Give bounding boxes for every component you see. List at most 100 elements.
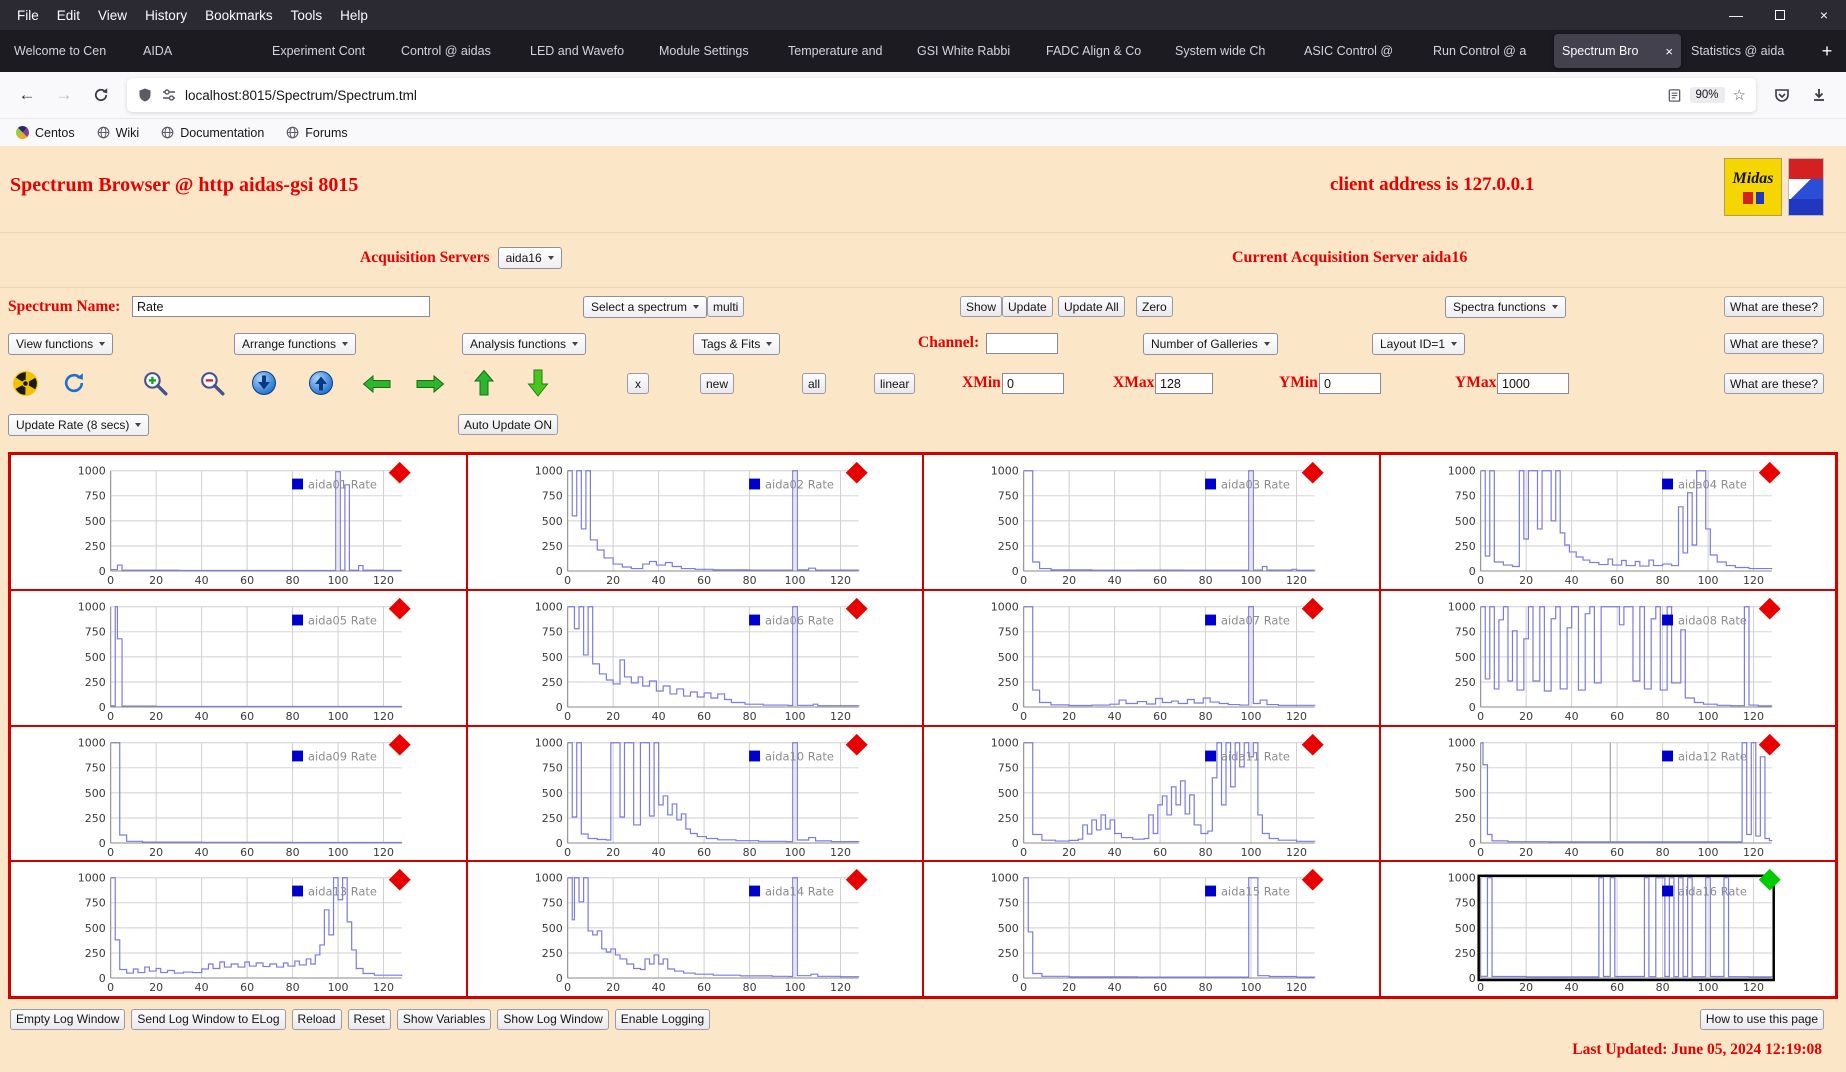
status-diamond-icon[interactable] [388,733,411,756]
x-button[interactable]: x [627,373,649,394]
spectrum-panel-aida14[interactable]: 0 250 500 750 1000 0 20 40 60 80 100 120 aida14 Rate [466,861,923,997]
new-tab-button[interactable]: + [1812,36,1842,66]
how-to-use-button[interactable]: How to use this page [1699,1008,1824,1030]
zoom-in-icon[interactable] [141,369,170,398]
layout-id-select[interactable]: Layout ID=1 [1372,333,1466,355]
url-bar[interactable]: localhost:8015/Spectrum/Spectrum.tml 90%… [127,78,1756,112]
bookmark-forums[interactable]: Forums [278,123,355,143]
status-diamond-icon[interactable] [1758,869,1781,891]
show-log-window-button[interactable]: Show Log Window [497,1008,609,1030]
spectrum-panel-aida13[interactable]: 0 250 500 750 1000 0 20 40 60 80 100 120 aida13 Rate [10,861,467,997]
xmax-input[interactable] [1155,373,1213,394]
midas-logo[interactable]: Midas [1724,158,1782,216]
permissions-icon[interactable] [161,87,177,103]
tab-run-control[interactable]: Run Control @ a [1425,34,1552,68]
reset-button[interactable]: Reset [347,1008,391,1030]
reload-button[interactable]: Reload [291,1008,342,1030]
menu-view[interactable]: View [89,4,136,27]
tab-temperature[interactable]: Temperature and [780,34,907,68]
acquisition-server-select[interactable]: aida16 [497,247,562,269]
reader-view-icon[interactable] [1667,88,1682,103]
arrow-right-icon[interactable] [414,373,446,395]
menu-bookmarks[interactable]: Bookmarks [196,4,282,27]
enable-logging-button[interactable]: Enable Logging [614,1008,711,1030]
status-diamond-icon[interactable] [1301,461,1324,484]
send-log-to-elog-button[interactable]: Send Log Window to ELog [131,1008,286,1030]
menu-edit[interactable]: Edit [48,4,89,27]
tab-module-settings[interactable]: Module Settings [651,34,778,68]
new-button[interactable]: new [700,373,735,394]
view-functions-select[interactable]: View functions [8,333,114,355]
tab-control[interactable]: Control @ aidas [393,34,520,68]
status-diamond-icon[interactable] [1301,869,1324,891]
tab-led-waveform[interactable]: LED and Wavefo [522,34,649,68]
maximize-icon[interactable] [1758,0,1802,30]
url-text[interactable]: localhost:8015/Spectrum/Spectrum.tml [185,88,1659,103]
tags-fits-select[interactable]: Tags & Fits [693,333,781,355]
spectrum-panel-aida01[interactable]: 0 250 500 750 1000 0 20 40 60 80 100 120 aida01 Rate [10,454,467,590]
spectrum-name-input[interactable] [132,296,430,317]
globe-up-icon[interactable] [308,370,334,396]
status-diamond-icon[interactable] [388,461,411,484]
status-diamond-icon[interactable] [1758,597,1781,620]
spectrum-panel-aida08[interactable]: 0 250 500 750 1000 0 20 40 60 80 100 120 aida08 Rate [1379,589,1836,726]
tab-experiment-control[interactable]: Experiment Cont [264,34,391,68]
update-all-button[interactable]: Update All [1058,296,1125,317]
minimize-icon[interactable]: — [1714,0,1758,30]
spectrum-panel-aida03[interactable]: 0 250 500 750 1000 0 20 40 60 80 100 120 aida03 Rate [923,454,1380,590]
all-button[interactable]: all [802,373,827,394]
tab-system-wide[interactable]: System wide Ch [1167,34,1294,68]
ymin-input[interactable] [1319,373,1381,394]
linear-button[interactable]: linear [874,373,916,394]
spectrum-panel-aida06[interactable]: 0 250 500 750 1000 0 20 40 60 80 100 120 aida06 Rate [466,589,923,726]
bookmark-wiki[interactable]: Wiki [89,123,148,143]
what-are-these-button-2[interactable]: What are these? [1723,333,1824,354]
spectrum-panel-aida10[interactable]: 0 250 500 750 1000 0 20 40 60 80 100 120 aida10 Rate [466,725,923,862]
analysis-functions-select[interactable]: Analysis functions [462,333,587,355]
zero-button[interactable]: Zero [1136,296,1173,317]
status-diamond-icon[interactable] [1301,733,1324,756]
status-diamond-icon[interactable] [1758,733,1781,756]
menu-tools[interactable]: Tools [282,4,332,27]
auto-update-button[interactable]: Auto Update ON [458,414,559,435]
status-diamond-icon[interactable] [845,461,868,484]
what-are-these-button-3[interactable]: What are these? [1723,373,1824,394]
bookmark-star-icon[interactable]: ☆ [1733,86,1746,104]
tab-fadc-align[interactable]: FADC Align & Co [1038,34,1165,68]
tab-spectrum-browser-active[interactable]: Spectrum Bro × [1554,34,1681,68]
show-button[interactable]: Show [960,296,1003,317]
tcl-powered-logo[interactable] [1788,158,1824,216]
radiation-icon[interactable] [12,370,39,397]
back-icon[interactable]: ← [10,78,44,112]
shield-icon[interactable] [137,87,153,103]
forward-icon[interactable]: → [47,78,81,112]
arrange-functions-select[interactable]: Arrange functions [234,333,357,355]
xmin-input[interactable] [1002,373,1064,394]
spectrum-panel-aida05[interactable]: 0 250 500 750 1000 0 20 40 60 80 100 120 aida05 Rate [10,589,467,726]
tab-aida[interactable]: AIDA [135,34,262,68]
ymax-input[interactable] [1497,373,1569,394]
spectrum-panel-aida07[interactable]: 0 250 500 750 1000 0 20 40 60 80 100 120 aida07 Rate [923,589,1380,726]
arrow-down-icon[interactable] [526,367,550,399]
status-diamond-icon[interactable] [388,869,411,891]
spectrum-panel-aida12[interactable]: 0 250 500 750 1000 0 20 40 60 80 100 120 aida12 Rate [1379,725,1836,862]
spectra-functions-select[interactable]: Spectra functions [1445,296,1566,318]
zoom-out-icon[interactable] [198,369,227,398]
channel-input[interactable] [986,333,1058,354]
menu-history[interactable]: History [136,4,196,27]
status-diamond-icon[interactable] [845,597,868,620]
update-button[interactable]: Update [1002,296,1053,317]
arrow-up-icon[interactable] [473,368,495,398]
menu-file[interactable]: File [8,4,48,27]
refresh-spectra-icon[interactable] [61,370,87,396]
what-are-these-button-1[interactable]: What are these? [1723,296,1824,317]
bookmark-centos[interactable]: Centos [8,123,83,143]
spectrum-panel-aida11[interactable]: 0 250 500 750 1000 0 20 40 60 80 100 120 aida11 Rate [923,725,1380,862]
zoom-level-indicator[interactable]: 90% [1689,87,1725,103]
select-spectrum-dropdown[interactable]: Select a spectrum [583,296,708,318]
update-rate-select[interactable]: Update Rate (8 secs) [8,414,150,436]
pocket-icon[interactable] [1765,78,1799,112]
show-variables-button[interactable]: Show Variables [396,1008,492,1030]
close-icon[interactable]: × [1802,0,1846,30]
status-diamond-icon[interactable] [845,733,868,756]
